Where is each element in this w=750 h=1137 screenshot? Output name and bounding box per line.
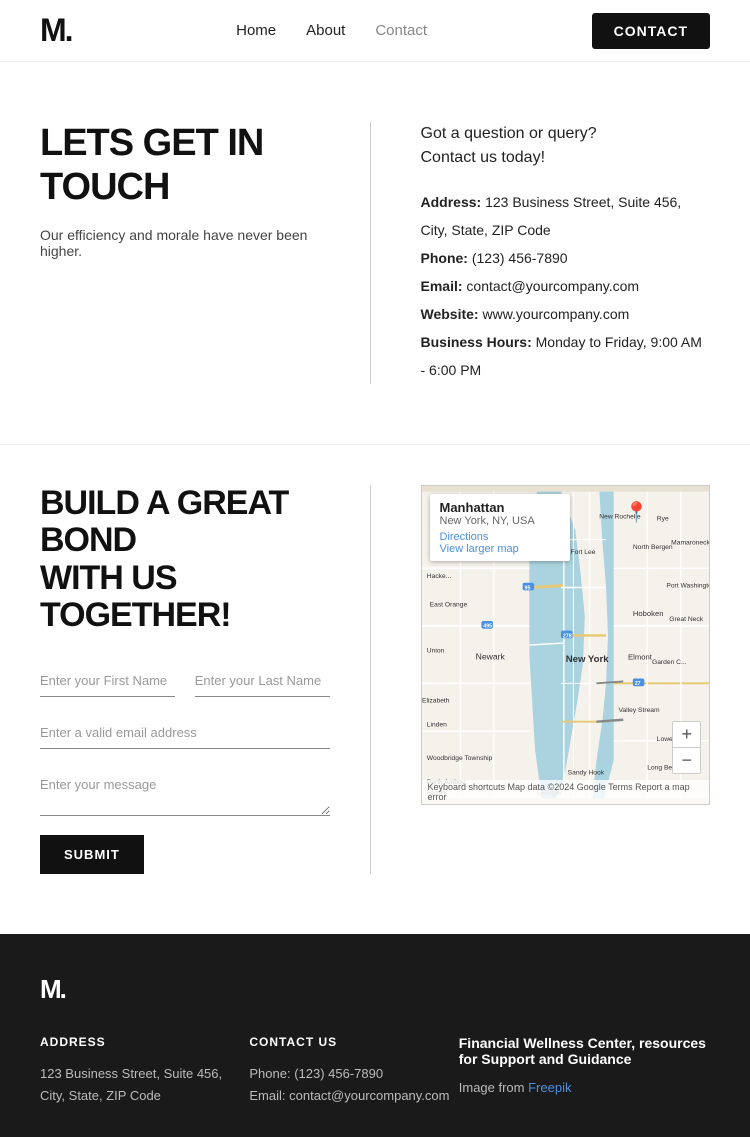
map-zoom-controls: + − [672,721,701,774]
map-pin-icon: 📍 [624,500,649,525]
svg-text:Port Washington: Port Washington [666,583,709,590]
email-value: contact@yourcompany.com [466,278,639,294]
svg-text:Hoboken: Hoboken [632,609,663,618]
footer-contact-email: Email: contact@yourcompany.com [249,1085,458,1107]
website-value: www.yourcompany.com [482,306,629,322]
submit-button[interactable]: SUBMIT [40,835,144,874]
email-label: Email: [421,278,463,294]
footer-contact-heading: CONTACT US [249,1035,458,1049]
zoom-out-button[interactable]: − [673,748,700,773]
nav-contact-button[interactable]: CONTACT [592,13,710,49]
svg-text:Garden C...: Garden C... [652,659,687,666]
navbar: M. Home About Contact CONTACT [0,0,750,62]
svg-text:Valley Stream: Valley Stream [618,707,660,714]
svg-text:Hacke...: Hacke... [426,573,451,580]
svg-text:Newark: Newark [475,651,505,661]
nav-home[interactable]: Home [236,22,276,39]
contact-heading-area: LETS GET IN TOUCH Our efficiency and mor… [40,122,371,384]
contact-info-section: LETS GET IN TOUCH Our efficiency and mor… [0,62,750,444]
footer-resource-heading: Financial Wellness Center, resources for… [459,1035,710,1067]
lastname-field [195,665,330,697]
footer-resource-col: Financial Wellness Center, resources for… [459,1035,710,1107]
footer-address-text: 123 Business Street, Suite 456, City, St… [40,1063,249,1107]
lastname-input[interactable] [195,665,330,697]
map-popup-subtitle: New York, NY, USA [440,515,560,527]
phone-value: (123) 456-7890 [472,250,568,266]
map-popup-actions: Directions [440,531,560,543]
map-larger-link[interactable]: View larger map [440,543,519,555]
map-popup-title: Manhattan [440,500,560,515]
svg-text:Rye: Rye [656,515,668,522]
svg-text:Mamaroneck: Mamaroneck [671,539,709,546]
footer: M. ADDRESS 123 Business Street, Suite 45… [0,934,750,1137]
svg-text:95: 95 [524,585,530,591]
map-popup: Manhattan New York, NY, USA Directions V… [430,494,570,561]
svg-text:Union: Union [426,648,444,655]
svg-text:North Bergen: North Bergen [632,544,672,551]
svg-text:Woodbridge Township: Woodbridge Township [426,755,492,762]
freepik-link[interactable]: Freepik [528,1080,571,1095]
form-heading: BUILD A GREAT BOND WITH US TOGETHER! [40,485,330,635]
footer-columns: ADDRESS 123 Business Street, Suite 456, … [40,1035,710,1107]
phone-label: Phone: [421,250,468,266]
website-label: Website: [421,306,479,322]
contact-main-heading: LETS GET IN TOUCH [40,122,330,209]
map-attribution: Keyboard shortcuts Map data ©2024 Google… [422,780,710,804]
contact-info-list: Address: 123 Business Street, Suite 456,… [421,188,711,384]
footer-logo: M. [40,974,710,1005]
email-field-wrap [40,717,330,749]
firstname-input[interactable] [40,665,175,697]
footer-contact-col: CONTACT US Phone: (123) 456-7890 Email: … [249,1035,458,1107]
footer-address-col: ADDRESS 123 Business Street, Suite 456, … [40,1035,249,1107]
footer-resource-text: Image from Freepik [459,1077,710,1099]
logo: M. [40,12,72,49]
hours-label: Business Hours: [421,334,532,350]
svg-text:Great Neck: Great Neck [669,616,703,623]
svg-text:New York: New York [565,654,608,665]
map-directions-link[interactable]: Directions [440,531,489,543]
svg-text:Elmont: Elmont [628,652,653,661]
svg-text:East Orange: East Orange [429,602,467,609]
message-field-wrap [40,769,330,821]
contact-intro: Got a question or query? Contact us toda… [421,122,711,170]
firstname-field [40,665,175,697]
map-area: Newark New York Hoboken Elmont Bloomfiel… [371,485,711,874]
email-input[interactable] [40,717,330,749]
nav-contact[interactable]: Contact [375,22,427,39]
phone-row: Phone: (123) 456-7890 [421,244,711,272]
footer-address-heading: ADDRESS [40,1035,249,1049]
svg-text:Fort Lee: Fort Lee [570,549,595,556]
address-row: Address: 123 Business Street, Suite 456,… [421,188,711,244]
map-container[interactable]: Newark New York Hoboken Elmont Bloomfiel… [421,485,711,805]
address-label: Address: [421,194,482,210]
name-fields-row [40,665,330,697]
message-input[interactable] [40,769,330,816]
website-row: Website: www.yourcompany.com [421,300,711,328]
form-map-section: BUILD A GREAT BOND WITH US TOGETHER! SUB… [0,444,750,934]
contact-subheading: Our efficiency and morale have never bee… [40,227,330,259]
svg-text:Linden: Linden [426,721,446,728]
nav-links: Home About Contact [236,22,427,39]
zoom-in-button[interactable]: + [673,722,700,748]
email-row: Email: contact@yourcompany.com [421,272,711,300]
svg-text:495: 495 [483,624,492,630]
contact-form-area: BUILD A GREAT BOND WITH US TOGETHER! SUB… [40,485,371,874]
contact-details-area: Got a question or query? Contact us toda… [371,122,711,384]
svg-text:27: 27 [634,681,640,687]
svg-text:278: 278 [562,633,571,639]
svg-text:Sandy Hook: Sandy Hook [567,769,604,776]
footer-contact-phone: Phone: (123) 456-7890 [249,1063,458,1085]
hours-row: Business Hours: Monday to Friday, 9:00 A… [421,328,711,384]
svg-text:Elizabeth: Elizabeth [422,698,450,705]
nav-about[interactable]: About [306,22,345,39]
